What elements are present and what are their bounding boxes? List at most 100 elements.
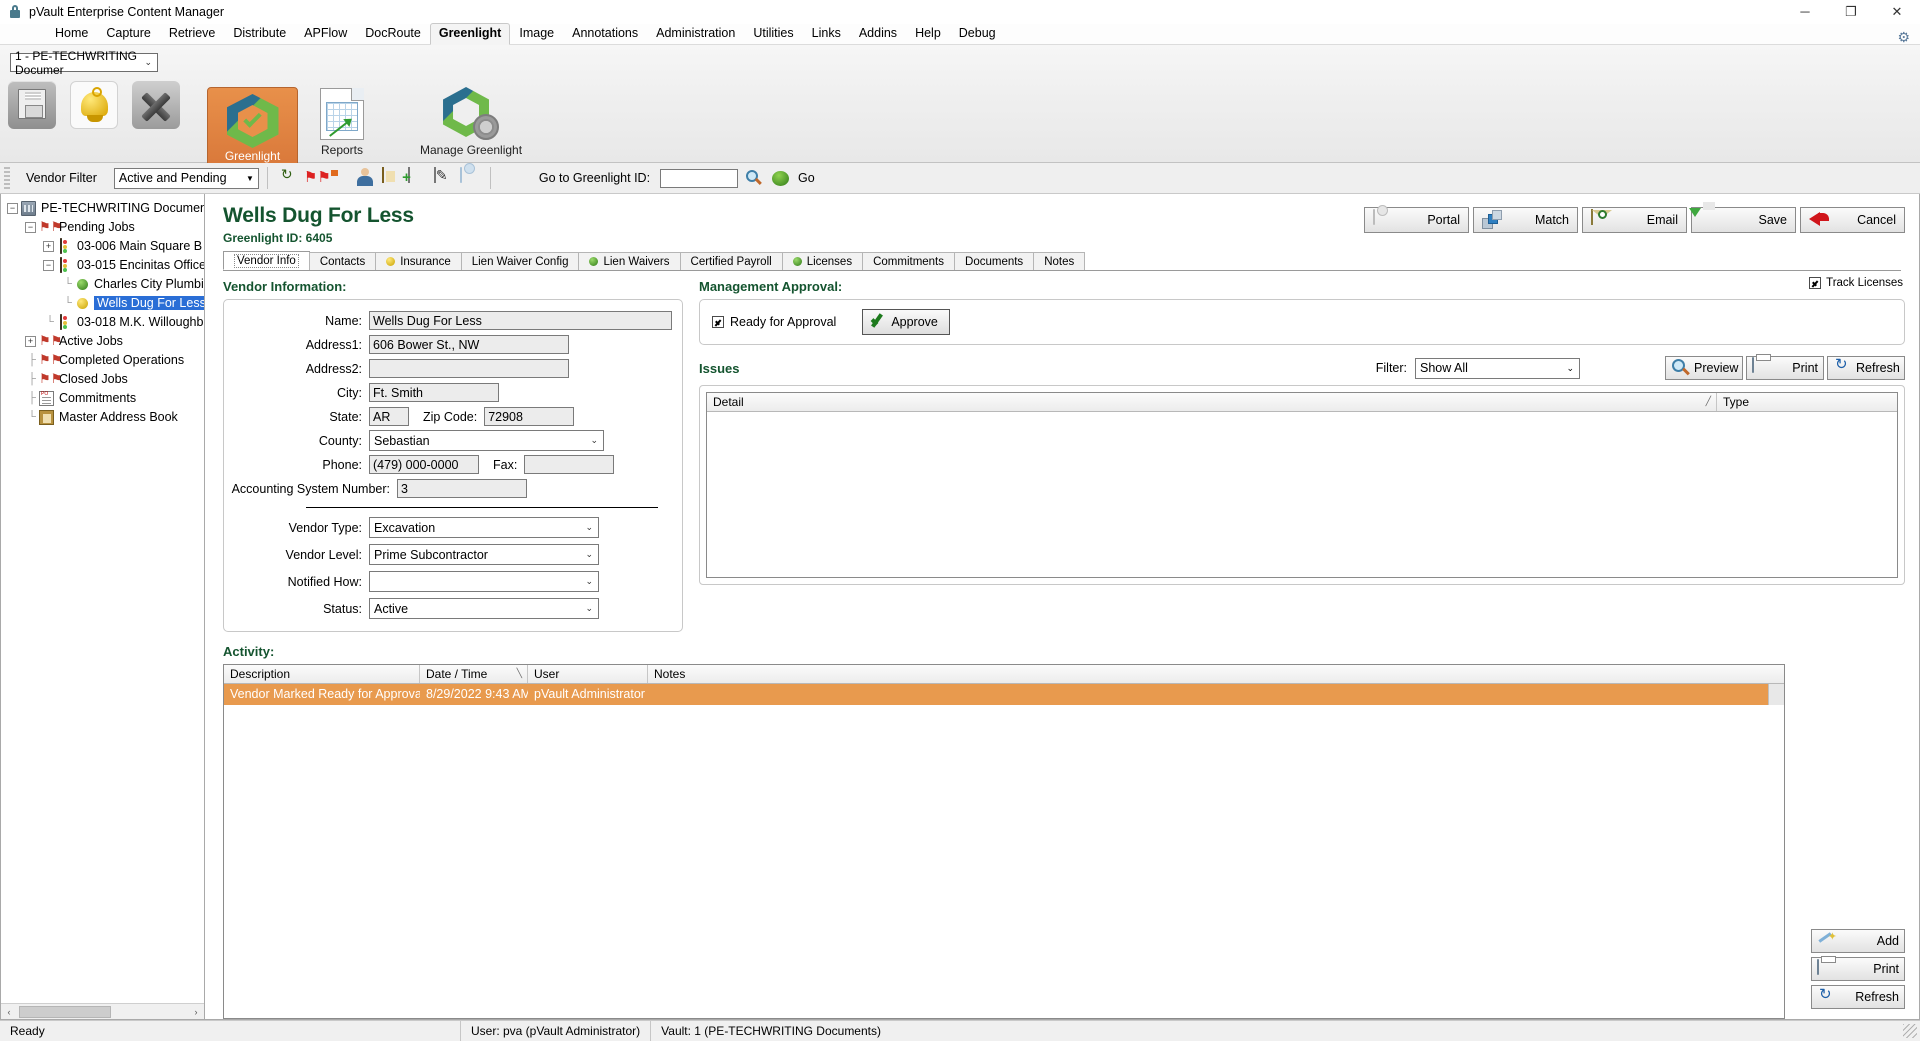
flags-icon[interactable]: ⚑⚑: [304, 168, 331, 189]
tree-expander[interactable]: −: [43, 259, 54, 271]
city-input[interactable]: Ft. Smith: [369, 383, 499, 402]
menu-item-administration[interactable]: Administration: [647, 24, 744, 44]
activity-refresh-button[interactable]: Refresh: [1811, 985, 1905, 1009]
tree-item-job-03-015[interactable]: − 03-015 Encinitas Office: [7, 256, 204, 273]
maximize-button[interactable]: ❐: [1828, 0, 1874, 24]
tree-item-vendor-charles-city-plumbing[interactable]: └ Charles City Plumbi: [7, 276, 204, 292]
vendor-type-select[interactable]: Excavation ⌄: [369, 517, 599, 538]
menu-item-home[interactable]: Home: [46, 24, 97, 44]
tree-item-job-03-006[interactable]: + 03-006 Main Square B: [7, 237, 204, 254]
tree-item-job-03-018[interactable]: └ 03-018 M.K. Willoughb: [7, 313, 204, 330]
menu-item-utilities[interactable]: Utilities: [744, 24, 802, 44]
scroll-left-icon[interactable]: ‹: [1, 1007, 17, 1017]
toolbar-drag-handle[interactable]: [4, 167, 10, 189]
activity-column-datetime[interactable]: Date / Time ╲: [420, 665, 528, 683]
minimize-button[interactable]: ─: [1782, 0, 1828, 24]
county-select[interactable]: Sebastian ⌄: [369, 430, 604, 451]
menu-item-help[interactable]: Help: [906, 24, 950, 44]
activity-print-button[interactable]: Print: [1811, 957, 1905, 981]
close-x-icon[interactable]: [132, 81, 180, 129]
search-icon[interactable]: [746, 169, 763, 187]
menu-item-capture[interactable]: Capture: [97, 24, 159, 44]
activity-column-description[interactable]: Description: [224, 665, 420, 683]
email-button[interactable]: Email: [1582, 207, 1687, 233]
sidebar-horizontal-scrollbar[interactable]: ‹ ›: [1, 1003, 204, 1019]
tree-item-completed-operations[interactable]: ├ ⚑⚑ Completed Operations: [7, 352, 204, 368]
menu-item-addins[interactable]: Addins: [850, 24, 906, 44]
gear-icon[interactable]: ⚙: [1897, 30, 1910, 44]
phone-input[interactable]: (479) 000-0000: [369, 455, 479, 474]
tab-vendor-info[interactable]: Vendor Info: [223, 251, 310, 270]
ready-for-approval-checkbox[interactable]: [712, 316, 724, 328]
issues-filter-select[interactable]: Show All ⌄: [1415, 357, 1580, 379]
save-button[interactable]: Save: [1691, 207, 1796, 233]
tab-certified-payroll[interactable]: Certified Payroll: [679, 252, 783, 270]
portal-button[interactable]: Portal: [1364, 207, 1469, 233]
green-status-ball-icon[interactable]: [772, 170, 790, 186]
track-licenses-row[interactable]: Track Licenses: [1809, 277, 1903, 289]
tab-lien-waivers[interactable]: Lien Waivers: [578, 252, 681, 270]
go-button[interactable]: Go: [798, 171, 815, 185]
menu-item-docroute[interactable]: DocRoute: [356, 24, 430, 44]
issues-column-type[interactable]: Type: [1717, 393, 1897, 411]
activity-add-button[interactable]: Add: [1811, 929, 1905, 953]
approve-button[interactable]: Approve: [862, 309, 951, 335]
state-input[interactable]: AR: [369, 407, 409, 426]
address2-input[interactable]: [369, 359, 569, 378]
alert-bell-icon[interactable]: [70, 81, 118, 129]
tree-item-pe-techwriting-documents[interactable]: − PE-TECHWRITING Documents: [7, 200, 204, 216]
tab-contacts[interactable]: Contacts: [308, 252, 377, 270]
menu-item-distribute[interactable]: Distribute: [224, 24, 295, 44]
track-licenses-checkbox[interactable]: [1809, 277, 1822, 289]
menu-item-image[interactable]: Image: [510, 24, 563, 44]
issues-preview-button[interactable]: Preview: [1665, 356, 1743, 380]
goto-greenlight-id-input[interactable]: [660, 168, 739, 188]
ribbon-button-manage-greenlight[interactable]: Manage Greenlight: [420, 81, 522, 157]
issues-refresh-button[interactable]: Refresh: [1827, 356, 1905, 380]
activity-column-notes[interactable]: Notes: [648, 665, 1784, 683]
activity-column-user[interactable]: User: [528, 665, 648, 683]
cloud-icon[interactable]: [459, 166, 482, 189]
menu-item-debug[interactable]: Debug: [950, 24, 1005, 44]
tree-expander[interactable]: −: [7, 202, 18, 214]
add-document-icon[interactable]: [407, 166, 430, 189]
activity-row-scroll-cell[interactable]: [1768, 684, 1784, 705]
tab-licenses[interactable]: Licenses: [781, 252, 864, 270]
name-input[interactable]: Wells Dug For Less: [369, 311, 672, 330]
table-row[interactable]: Vendor Marked Ready for Approval 8/29/20…: [224, 684, 1784, 705]
zip-code-input[interactable]: 72908: [484, 407, 575, 426]
menu-item-greenlight[interactable]: Greenlight: [429, 23, 511, 45]
menu-item-retrieve[interactable]: Retrieve: [160, 24, 225, 44]
fax-input[interactable]: [524, 455, 615, 474]
vendor-filter-select[interactable]: Active and Pending ▼: [113, 167, 259, 189]
accounting-system-number-input[interactable]: 3: [397, 479, 527, 498]
address-book-icon[interactable]: [381, 166, 404, 189]
refresh-icon[interactable]: [278, 168, 300, 189]
vendor-level-select[interactable]: Prime Subcontractor ⌄: [369, 544, 599, 565]
save-icon[interactable]: [8, 81, 56, 129]
close-button[interactable]: ✕: [1874, 0, 1920, 24]
activity-grid[interactable]: Description Date / Time ╲ User Notes Ven…: [223, 664, 1785, 1019]
tab-documents[interactable]: Documents: [954, 252, 1035, 270]
ribbon-button-reports[interactable]: Reports: [320, 81, 364, 195]
edit-note-icon[interactable]: [433, 166, 456, 189]
vault-selector[interactable]: 1 - PE-TECHWRITING Documer ⌄: [10, 49, 158, 77]
tree-item-pending-jobs[interactable]: − ⚑⚑ Pending Jobs: [7, 219, 204, 235]
tree-expander[interactable]: +: [43, 240, 54, 252]
tree-item-closed-jobs[interactable]: ├ ⚑⚑ Closed Jobs: [7, 371, 204, 387]
tab-notes[interactable]: Notes: [1033, 252, 1086, 270]
scroll-right-icon[interactable]: ›: [188, 1007, 204, 1017]
tree-expander[interactable]: +: [25, 335, 36, 347]
tab-insurance[interactable]: Insurance: [375, 252, 462, 270]
tree-item-vendor-wells-dug-for-less[interactable]: └ Wells Dug For Less: [7, 295, 204, 311]
scrollbar-thumb[interactable]: [19, 1005, 111, 1018]
tree-item-commitments[interactable]: ├ Commitments: [7, 390, 204, 406]
tree-expander[interactable]: −: [25, 221, 36, 233]
tab-commitments[interactable]: Commitments: [862, 252, 956, 270]
truck-icon[interactable]: [330, 168, 352, 189]
notified-how-select[interactable]: ⌄: [369, 571, 599, 592]
address1-input[interactable]: 606 Bower St., NW: [369, 335, 569, 354]
tree-item-active-jobs[interactable]: + ⚑⚑ Active Jobs: [7, 333, 204, 349]
match-button[interactable]: Match: [1473, 207, 1578, 233]
menu-item-links[interactable]: Links: [803, 24, 850, 44]
